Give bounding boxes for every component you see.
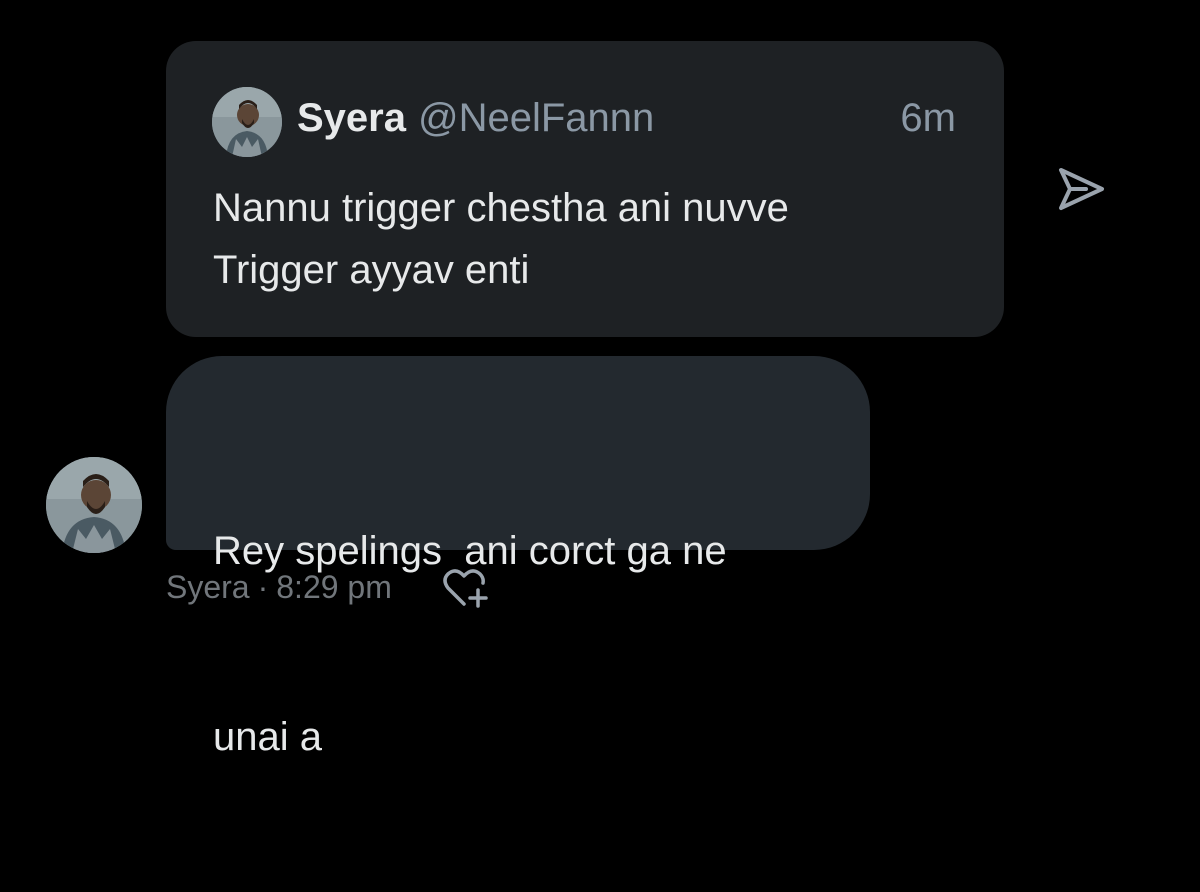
message-meta: Syera · 8:29 pm: [166, 564, 392, 610]
meta-timestamp: 8:29 pm: [276, 568, 392, 605]
send-icon-graphic: [1059, 168, 1104, 210]
avatar-photo-icon: [212, 87, 282, 157]
quoted-tweet-header: Syera @NeelFannn: [297, 93, 654, 143]
meta-separator: ·: [257, 568, 269, 605]
add-reaction-icon: [443, 569, 488, 608]
quoted-user-handle[interactable]: @NeelFannn: [418, 96, 654, 141]
quoted-tweet-card[interactable]: Syera @NeelFannn 6m Nannu trigger chesth…: [166, 41, 1004, 337]
message-text-line: unai a: [213, 715, 322, 759]
avatar-photo-icon: [46, 457, 142, 553]
quoted-tweet-text: Nannu trigger chestha ani nuvve Trigger …: [213, 177, 973, 301]
send-icon[interactable]: [1056, 164, 1108, 214]
quoted-tweet-time: 6m: [900, 96, 956, 140]
message-text: Rey spelings ani corct ga ne unai a: [213, 396, 853, 892]
message-bubble[interactable]: Rey spelings ani corct ga ne unai a: [166, 356, 870, 759]
meta-sender-name: Syera: [166, 568, 250, 605]
sender-avatar[interactable]: [46, 457, 142, 553]
quoted-user-avatar[interactable]: [212, 87, 282, 157]
quoted-user-name[interactable]: Syera: [297, 96, 406, 141]
heart-plus-icon[interactable]: [440, 566, 488, 610]
quoted-tweet-text-line: Trigger ayyav enti: [213, 248, 530, 292]
quoted-tweet-text-line: Nannu trigger chestha ani nuvve: [213, 186, 789, 230]
